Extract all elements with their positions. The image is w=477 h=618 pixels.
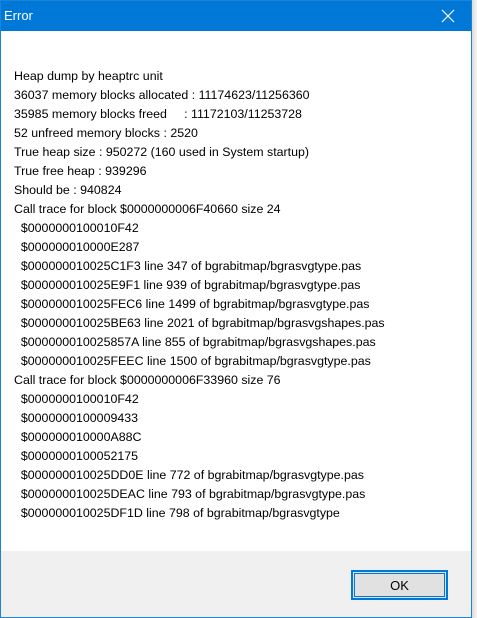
message-line: Heap dump by heaptrc unit: [14, 69, 163, 83]
ok-button[interactable]: OK: [351, 570, 448, 600]
button-bar: OK: [1, 551, 471, 617]
message-line: Should be : 940824: [14, 183, 122, 197]
close-button[interactable]: [425, 1, 471, 31]
message-line: $000000010025E9F1 line 939 of bgrabitmap…: [14, 278, 361, 292]
message-line: $000000010025FEEC line 1500 of bgrabitma…: [14, 354, 371, 368]
message-line: $000000010025BE63 line 2021 of bgrabitma…: [14, 316, 385, 330]
error-message: Heap dump by heaptrc unit 36037 memory bl…: [14, 67, 464, 523]
message-line: $000000010000A88C: [14, 430, 142, 444]
title-bar[interactable]: Error: [1, 1, 471, 31]
message-line: $000000010025DEAC line 793 of bgrabitmap…: [14, 487, 366, 501]
message-line: $000000010000E287: [14, 240, 140, 254]
message-line: Call trace for block $0000000006F33960 s…: [14, 373, 281, 387]
error-dialog: Error Heap dump by heaptrc unit 36037 mem…: [0, 0, 472, 618]
message-line: $000000010025DF1D line 798 of bgrabitmap…: [14, 506, 340, 520]
message-line: 35985 memory blocks freed : 11172103/112…: [14, 107, 302, 121]
message-area: Heap dump by heaptrc unit 36037 memory bl…: [1, 31, 471, 551]
window-shadow: [472, 0, 477, 618]
message-line: $000000010025857A line 855 of bgrabitmap…: [14, 335, 376, 349]
message-line: $0000000100010F42: [14, 392, 139, 406]
close-icon: [441, 9, 455, 23]
message-line: Call trace for block $0000000006F40660 s…: [14, 202, 281, 216]
message-line: 52 unfreed memory blocks : 2520: [14, 126, 198, 140]
message-line: $0000000100009433: [14, 411, 139, 425]
message-line: True free heap : 939296: [14, 164, 147, 178]
message-line: $0000000100010F42: [14, 221, 139, 235]
message-line: True heap size : 950272 (160 used in Sys…: [14, 145, 310, 159]
message-line: $000000010025DD0E line 772 of bgrabitmap…: [14, 468, 364, 482]
window-title: Error: [4, 8, 33, 23]
message-line: $000000010025C1F3 line 347 of bgrabitmap…: [14, 259, 362, 273]
message-line: $0000000100052175: [14, 449, 139, 463]
message-line: 36037 memory blocks allocated : 11174623…: [14, 88, 310, 102]
message-line: $000000010025FEC6 line 1499 of bgrabitma…: [14, 297, 370, 311]
